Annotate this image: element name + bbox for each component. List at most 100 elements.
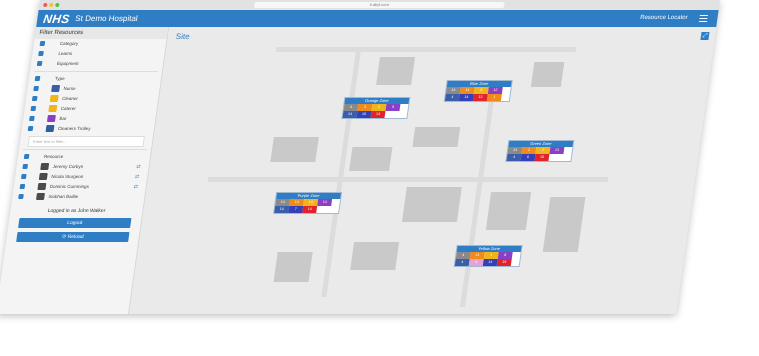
checkbox[interactable] [29, 116, 35, 121]
person-icon [38, 173, 48, 180]
zoom-dot-icon[interactable] [55, 3, 60, 7]
checkbox[interactable] [39, 41, 46, 46]
building [530, 62, 565, 87]
type-row-caterer[interactable]: Caterer [24, 104, 157, 114]
swap-icon[interactable]: ⇄ [133, 184, 138, 190]
zone-card-purple[interactable]: Purple Zone 14 14 14 14 14 7 14 [273, 192, 343, 214]
zone-card-yellow[interactable]: Yellow Zone 4 14 1 8 4 4 14 19 [453, 245, 523, 267]
zone-cell: 2 [535, 147, 551, 154]
type-row-cleaner[interactable]: Cleaner [25, 94, 158, 104]
resource-header-row[interactable]: Resource [17, 152, 150, 162]
zone-cell: 4 [506, 154, 522, 161]
building [273, 252, 313, 282]
checkbox[interactable] [18, 194, 24, 199]
type-header: Type [54, 76, 66, 81]
building [270, 137, 319, 162]
zone-card-orange[interactable]: Orange Zone 4 3 4 9 14 10 14 [341, 97, 411, 119]
top-navbar: NHS St Demo Hospital Resource Locator [36, 10, 719, 27]
type-row-trolley[interactable]: Cleaners Trolley [21, 124, 154, 134]
map-title: Site [175, 32, 191, 41]
checkbox[interactable] [34, 76, 41, 81]
category-row[interactable]: Learns [32, 49, 165, 59]
zone-cell: 4 [454, 259, 470, 266]
category-row[interactable]: Equipment [30, 59, 163, 69]
nurse-icon [51, 85, 61, 92]
divider [23, 149, 148, 150]
minimize-dot-icon[interactable] [49, 3, 54, 7]
type-header-row[interactable]: Type [28, 74, 161, 84]
building [376, 57, 416, 85]
divider [33, 71, 159, 72]
type-label: Nurse [63, 86, 76, 91]
zone-cell: 8 [497, 252, 513, 259]
person-icon [36, 193, 45, 200]
fullscreen-icon[interactable]: ⤢ [700, 32, 710, 40]
type-label: Caterer [60, 106, 77, 111]
checkbox[interactable] [23, 154, 30, 159]
zone-card-green[interactable]: Green Zone 14 2 2 13 4 6 10 [505, 140, 575, 162]
checkbox[interactable] [33, 86, 39, 91]
building [542, 197, 586, 252]
reload-button[interactable]: ⟳ Reload [16, 232, 130, 242]
resource-name: Dominic Cummings [49, 184, 90, 189]
resource-row[interactable]: Dominic Cummings ⇄ [13, 182, 146, 192]
building [485, 192, 532, 230]
trolley-icon [45, 125, 55, 132]
category-label: Equipment [56, 61, 79, 66]
person-icon [37, 183, 47, 190]
checkbox[interactable] [31, 96, 38, 101]
zone-cell: 13 [472, 94, 488, 101]
address-bar[interactable]: ir.abyl.com [253, 2, 505, 8]
building [401, 187, 462, 222]
swap-icon[interactable]: ⇄ [136, 164, 141, 170]
category-label: Category [59, 41, 79, 46]
type-label: Cleaners Trolley [57, 126, 91, 131]
reload-label: Reload [67, 234, 84, 240]
checkbox[interactable] [27, 126, 34, 131]
checkbox[interactable] [19, 184, 26, 189]
zone-cell: 14 [370, 111, 386, 118]
site-map[interactable]: Site ⤢ Orange Zone 4 3 4 9 14 10 14 Blue… [129, 27, 717, 314]
zone-cell: 6 [473, 87, 489, 94]
app-screen: ir.abyl.com NHS St Demo Hospital Resourc… [0, 0, 721, 314]
filter-search-input[interactable]: Enter text to filter... [27, 136, 145, 147]
type-row-nurse[interactable]: Nurse [27, 84, 160, 94]
hamburger-menu-icon[interactable] [698, 14, 708, 22]
checkbox[interactable] [36, 61, 43, 66]
logged-in-text: Logged in as John Walker [47, 208, 106, 214]
sidebar-title: Filter Resources [34, 27, 169, 39]
resource-row[interactable]: Jeremy Corbyn ⇄ [16, 162, 149, 172]
zone-cell: 14 [317, 199, 333, 206]
zone-cell: 14 [482, 259, 498, 266]
zone-cell: 13 [549, 147, 565, 154]
zone-cell: 14 [342, 111, 358, 118]
zone-cell: 14 [274, 206, 290, 213]
cleaner-icon [49, 95, 59, 102]
caterer-icon [48, 105, 58, 112]
zone-cell: 3 [357, 104, 373, 111]
resource-name: Nicola Sturgeon [50, 174, 84, 179]
resource-row[interactable]: Siobhan Baillie [12, 192, 145, 202]
checkbox[interactable] [20, 174, 27, 179]
category-row[interactable]: Category [33, 39, 166, 49]
resource-header: Resource [43, 154, 64, 159]
checkbox[interactable] [38, 51, 44, 56]
zone-cell: 14 [289, 199, 305, 206]
zone-cell: 10 [534, 154, 550, 161]
checkbox[interactable] [22, 164, 29, 169]
swap-icon[interactable]: ⇄ [135, 174, 140, 180]
zone-card-blue[interactable]: Blue Zone 14 14 6 12 4 14 13 1 [443, 80, 513, 102]
close-dot-icon[interactable] [43, 3, 48, 7]
resource-row[interactable]: Nicola Sturgeon ⇄ [15, 172, 148, 182]
person-icon [40, 163, 50, 170]
building [349, 147, 393, 171]
zone-cell: 19 [496, 259, 512, 266]
category-label: Learns [58, 51, 73, 56]
checkbox[interactable] [30, 106, 37, 111]
logout-button[interactable]: Logout [18, 218, 132, 228]
resource-name: Siobhan Baillie [48, 194, 79, 199]
type-row-bar[interactable]: Bar [23, 114, 156, 124]
zone-cell: 2 [521, 147, 537, 154]
zone-cell: 4 [468, 259, 484, 266]
hospital-name: St Demo Hospital [74, 14, 139, 23]
